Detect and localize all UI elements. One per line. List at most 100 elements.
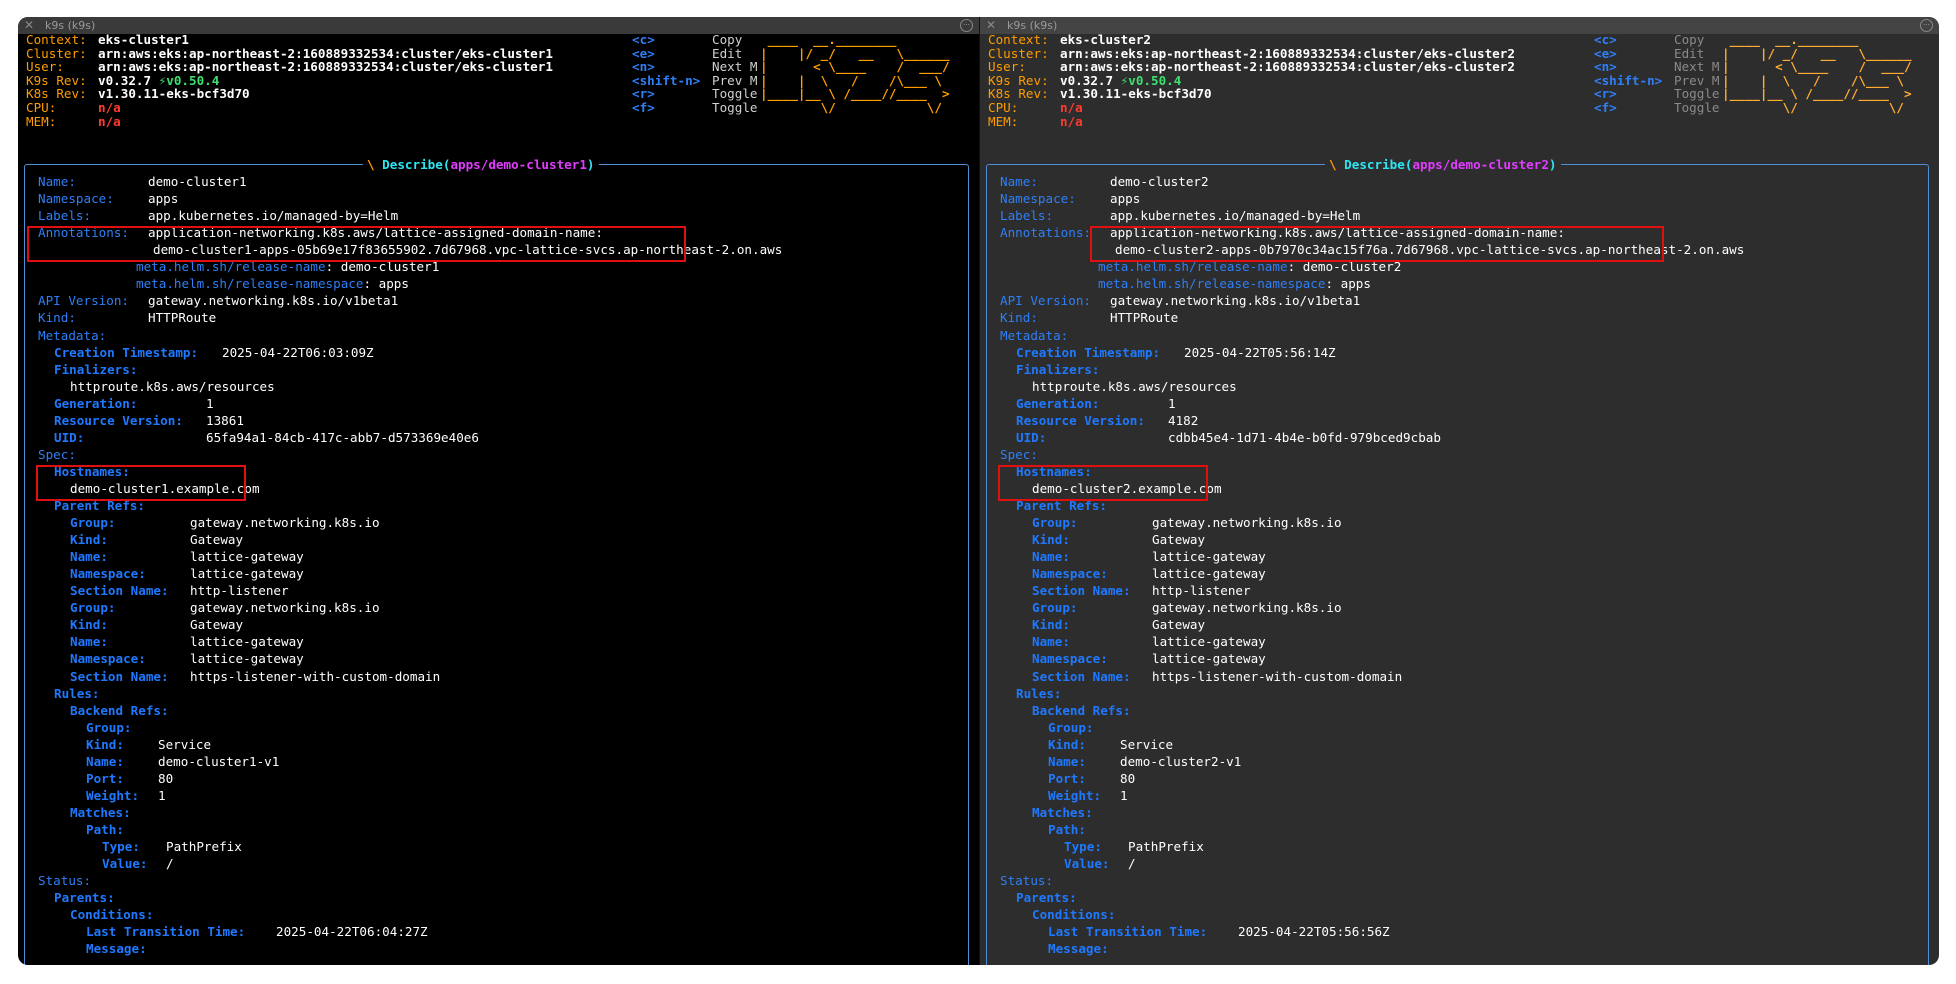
parents-row-label: Parents:: [54, 890, 115, 906]
api-version-row-value: gateway.networking.k8s.io/v1beta1: [1110, 293, 1361, 309]
kind-row: Kind: HTTPRoute: [1000, 309, 1178, 326]
status-row: Status:: [1000, 872, 1053, 889]
parent-kind-row: Kind: Gateway: [1032, 531, 1205, 548]
backend-name-row-value: demo-cluster1-v1: [158, 753, 280, 769]
api-version-row-value: gateway.networking.k8s.io/v1beta1: [148, 293, 399, 309]
uid-row: UID: 65fa94a1-84cb-417c-abb7-d573369e40e6: [54, 429, 479, 446]
terminal-window-left[interactable]: ✕ k9s (k9s) ··· Context: eks-cluster1 Cluster…: [18, 17, 979, 965]
name-row-value: demo-cluster2: [1110, 174, 1209, 189]
parent-group-row-value: gateway.networking.k8s.io: [190, 515, 380, 530]
rules-row: Rules:: [54, 685, 100, 702]
name-row-value: demo-cluster1: [148, 174, 247, 189]
path-value-row-label: Value:: [102, 856, 148, 871]
backend-port-row-value: 80: [1120, 770, 1136, 786]
parents-row: Parents:: [54, 889, 115, 906]
parent-namespace-row: Namespace: lattice-gateway: [70, 650, 304, 667]
kind-row: Kind: HTTPRoute: [38, 309, 216, 326]
backend-weight-row-label: Weight:: [1048, 787, 1102, 803]
backend-weight-row: Weight: 1: [1048, 787, 1128, 804]
parent-kind-row-value: Gateway: [190, 617, 244, 633]
release-namespace-row: meta.helm.sh/release-namespace: apps: [136, 276, 409, 292]
parent-section-row-label: Section Name:: [70, 583, 169, 599]
parent-group-row: Group: gateway.networking.k8s.io: [70, 514, 380, 531]
parent-name-row-label: Name:: [70, 634, 108, 650]
path-type-row-label: Type:: [102, 839, 140, 854]
parent-group-row-value: gateway.networking.k8s.io: [1152, 600, 1342, 616]
path-type-row-value: PathPrefix: [166, 839, 242, 854]
backend-refs-row: Backend Refs:: [70, 702, 169, 719]
resource-version-row-label: Resource Version:: [54, 412, 183, 428]
describe-frame-title: \ Describe(apps/demo-cluster1): [363, 156, 599, 173]
namespace-row: Namespace: apps: [38, 190, 178, 207]
parent-namespace-row-label: Namespace:: [70, 651, 146, 667]
backend-port-row: Port: 80: [1048, 770, 1135, 787]
labels-row-label: Labels:: [1000, 208, 1054, 224]
parent-group-row-label: Group:: [70, 515, 116, 530]
matches-row-label: Matches:: [70, 804, 131, 820]
annotation-highlight-box: [1090, 226, 1664, 262]
name-row-label: Name:: [38, 174, 76, 189]
mem-row: MEM: n/a: [988, 113, 1083, 130]
parent-name-row-value: lattice-gateway: [1152, 549, 1266, 565]
k9s-logo: \/ \/: [760, 100, 958, 115]
uid-row: UID: cdbb45e4-1d71-4b4e-b0fd-979bced9cbab: [1016, 429, 1441, 446]
spec-row: Spec:: [38, 446, 76, 463]
parent-namespace-row: Namespace: lattice-gateway: [70, 565, 304, 582]
message-row-label: Message:: [86, 941, 147, 957]
status-row-label: Status:: [38, 873, 92, 889]
backend-weight-row-label: Weight:: [86, 787, 140, 803]
creation-row-label: Creation Timestamp:: [54, 344, 199, 360]
parent-name-row-label: Name:: [1032, 634, 1070, 650]
ltt-row-label: Last Transition Time:: [86, 924, 246, 940]
conditions-row: Conditions:: [1032, 906, 1115, 923]
backend-refs-row: Backend Refs:: [1032, 702, 1131, 719]
backend-group-row: Group:: [1048, 719, 1094, 736]
backend-group-row-label: Group:: [1048, 719, 1094, 735]
mem-row-label: MEM:: [26, 113, 57, 129]
parent-kind-row: Kind: Gateway: [1032, 616, 1205, 633]
backend-kind-row-label: Kind:: [1048, 736, 1086, 752]
backend-port-row-label: Port:: [86, 770, 124, 786]
backend-name-row-label: Name:: [1048, 753, 1086, 769]
api-version-row: API Version: gateway.networking.k8s.io/v1…: [1000, 292, 1360, 309]
annotation-highlight-box: [27, 226, 686, 262]
creation-row-value: 2025-04-22T06:03:09Z: [222, 344, 374, 360]
parent-kind-row-label: Kind:: [70, 532, 108, 547]
finalizers-row: Finalizers:: [1016, 361, 1099, 378]
path-type-row-value: PathPrefix: [1128, 839, 1204, 854]
parent-namespace-row-label: Namespace:: [1032, 651, 1108, 667]
labels-row: Labels: app.kubernetes.io/managed-by=Helm: [1000, 207, 1360, 224]
metadata-row: Metadata:: [38, 327, 106, 344]
mem-value: n/a: [98, 113, 121, 129]
ltt-row: Last Transition Time: 2025-04-22T05:56:56…: [1048, 923, 1390, 940]
generation-row-value: 1: [1168, 395, 1176, 411]
parent-section-row-label: Section Name:: [1032, 668, 1131, 684]
metadata-row-label: Metadata:: [1000, 327, 1069, 343]
resource-version-row: Resource Version: 13861: [54, 412, 244, 429]
backend-port-row: Port: 80: [86, 770, 173, 787]
parent-name-row-label: Name:: [70, 549, 108, 565]
parent-namespace-row-value: lattice-gateway: [1152, 566, 1266, 582]
generation-row-label: Generation:: [1016, 395, 1100, 411]
backend-weight-row: Weight: 1: [86, 787, 166, 804]
namespace-row-label: Namespace:: [1000, 191, 1076, 207]
path-row: Path:: [86, 821, 124, 838]
k9s-logo: \/ \/: [1722, 100, 1920, 115]
parents-row-label: Parents:: [1016, 890, 1077, 906]
parent-name-row: Name: lattice-gateway: [1032, 633, 1266, 650]
ltt-row-value: 2025-04-22T05:56:56Z: [1238, 924, 1390, 940]
generation-row-label: Generation:: [54, 395, 138, 411]
rules-row-label: Rules:: [1016, 685, 1062, 701]
conditions-row-label: Conditions:: [70, 907, 154, 923]
resource-version-row-label: Resource Version:: [1016, 412, 1145, 428]
message-row: Message:: [1048, 940, 1109, 957]
message-row-label: Message:: [1048, 941, 1109, 957]
uid-row-label: UID:: [1016, 429, 1047, 445]
more-options-icon[interactable]: ···: [960, 19, 973, 32]
parent-group-row-value: gateway.networking.k8s.io: [1152, 515, 1342, 530]
terminal-window-right[interactable]: ✕ k9s (k9s) ··· Context: eks-cluster2 Cluster…: [979, 17, 1939, 965]
parent-kind-row-value: Gateway: [1152, 532, 1206, 547]
ltt-row: Last Transition Time: 2025-04-22T06:04:27…: [86, 923, 428, 940]
backend-kind-row-value: Service: [158, 736, 212, 752]
more-options-icon[interactable]: ···: [1920, 19, 1933, 32]
